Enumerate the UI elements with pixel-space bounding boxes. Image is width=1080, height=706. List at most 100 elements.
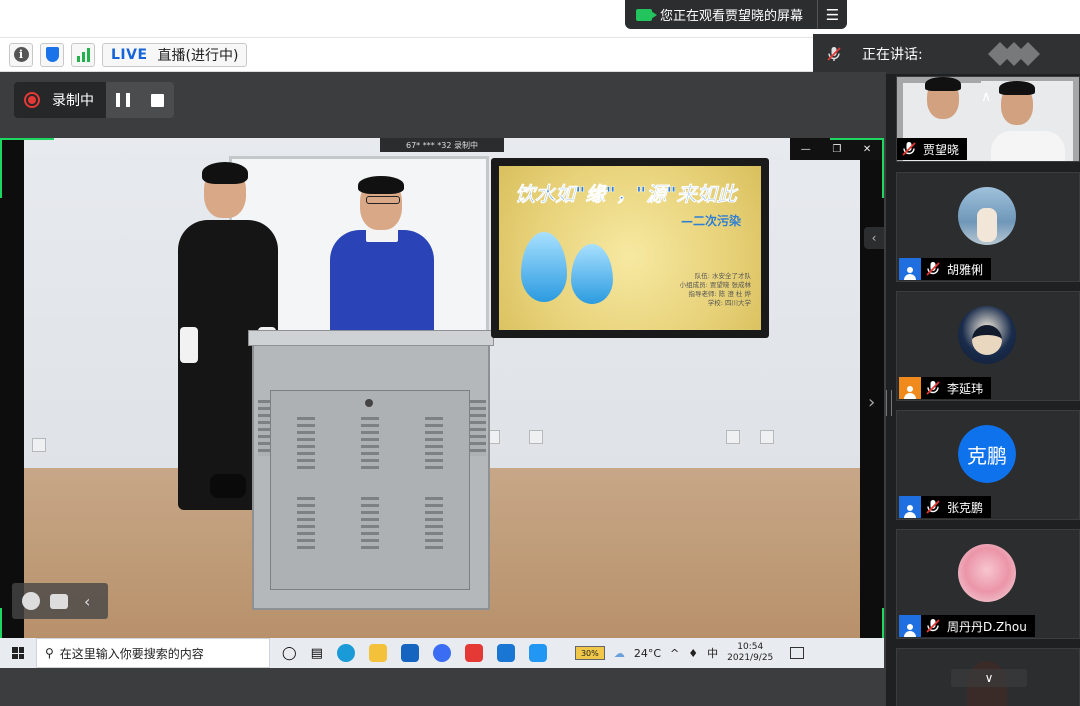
participant-tile[interactable]: 周丹丹D.Zhou [896,529,1080,639]
mic-muted-icon [827,47,841,61]
user-icon [899,496,921,518]
participants-panel: ∧ 贾望晓 胡雅俐 李延玮 克鹏 张克鹏 周丹丹D.Zhou ∨ [886,74,1080,706]
water-drop-mascot [571,244,613,304]
pause-recording-button[interactable] [116,93,131,107]
side-collapse-tab[interactable]: ‹ [864,227,884,249]
system-tray: 30% ☁ 24°C ^ ♦ 中 10:54 2021/9/25 [574,642,805,664]
share-banner-text: 您正在观看贾望晓的屏幕 [660,9,804,24]
clock-time: 10:54 [737,642,764,652]
avatar-face [972,325,1002,355]
minimize-icon[interactable]: — [801,144,811,155]
live-stream-indicator[interactable]: LIVE 直播(进行中) [102,42,248,67]
search-icon: ⚲ [45,646,54,660]
participant-name-pill: 周丹丹D.Zhou [921,615,1035,637]
lark-icon [432,644,451,662]
participant-hair [999,81,1035,95]
participant-shirt [991,131,1065,161]
meeting-window: 您正在观看贾望晓的屏幕 ☰ i LIVE 直播(进行中) 正在讲话: 录制中 饮… [0,0,1080,706]
share-frame-corner [830,138,884,198]
shared-video-content: 饮水如"缘"，"源"来如此 —二次污染 队伍: 水安全了才队 小组成员: 贾望晓… [24,138,860,638]
reactions-icon[interactable] [22,592,40,610]
participant-namebar: 周丹丹D.Zhou [897,614,1035,638]
panel-resize-handle[interactable] [886,390,892,416]
info-icon: i [13,47,29,62]
mail-icon [400,644,419,662]
edge-icon [336,644,355,662]
taskbar-search-placeholder: 在这里输入你要搜索的内容 [59,646,204,661]
recording-bar: 录制中 [14,82,174,118]
annotation-toolbar: ‹ [12,583,108,619]
participant-avatar [958,187,1016,245]
record-icon [24,92,40,108]
mic-muted-icon [926,381,940,395]
widgets-icon: ▤ [310,645,323,661]
tray-mic-icon: ♦ [688,646,699,660]
file-explorer-icon [368,644,387,662]
participant-avatar [958,306,1016,364]
clock-date: 2021/9/25 [727,653,774,663]
participant-tile[interactable]: 克鹏 张克鹏 [896,410,1080,520]
tray-up-icon: ^ [670,646,680,660]
scroll-down-button[interactable]: ∨ [951,669,1027,687]
encryption-button[interactable] [40,42,64,67]
task-view-icon: ◯ [282,645,297,661]
participant-name-pill: 张克鹏 [921,496,992,518]
taskbar-apps: ◯ ▤ [282,644,547,662]
notification-icon [790,647,805,659]
participant-namebar: 张克鹏 [897,495,992,519]
scene-podium [248,330,494,610]
weather-icon: ☁ [613,646,625,660]
signal-icon [76,47,90,62]
stop-recording-button[interactable] [150,93,164,107]
mic-muted-icon [926,262,940,276]
watermark-logo-icon [988,42,1040,66]
avatar-figure [977,208,997,242]
participant-namebar: 贾望晓 [897,137,968,161]
collapse-toolbar-icon[interactable]: ‹ [84,592,90,611]
participant-name: 李延玮 [947,381,984,396]
user-icon [899,615,921,637]
live-status: 直播(进行中) [157,47,239,64]
view-options-menu-icon[interactable]: ☰ [817,0,847,29]
screen-share-banner[interactable]: 您正在观看贾望晓的屏幕 ☰ [625,0,847,29]
active-speaker-bar: 正在讲话: [813,34,1080,74]
tv-slide-title: 饮水如"缘"，"源"来如此 [515,182,737,207]
scene-tv-screen: 饮水如"缘"，"源"来如此 —二次污染 队伍: 水安全了才队 小组成员: 贾望晓… [491,158,769,338]
expand-panel-arrow-icon[interactable]: › [868,392,875,413]
participant-namebar: 胡雅俐 [897,257,992,281]
participant-name-pill: 李延玮 [921,377,992,399]
participant-name: 贾望晓 [923,142,960,157]
recording-controls [106,82,174,118]
meeting-info-button[interactable]: i [9,42,33,67]
live-tag: LIVE [111,46,148,63]
app-icon [528,644,547,662]
participant-tile[interactable]: ∨ [896,648,1080,706]
participant-hair [925,77,961,91]
wall-outlet [726,430,740,444]
user-icon [899,258,921,280]
participant-tile[interactable]: 李延玮 [896,291,1080,401]
participant-avatar [958,544,1016,602]
share-frame-corner [0,138,54,198]
participant-tile[interactable]: 胡雅俐 [896,172,1080,282]
mic-muted-icon [902,142,916,156]
participant-avatar: 克鹏 [958,425,1016,483]
wall-outlet [32,438,46,452]
windows-icon [12,647,24,659]
recording-label: 录制中 [52,93,94,109]
remote-meeting-mini-bar: 67* *** *32 录制中 [380,138,504,152]
ime-indicator: 中 [707,647,719,660]
participant-tile[interactable]: ∧ 贾望晓 [896,76,1080,162]
chat-icon[interactable] [50,593,68,609]
shared-screen: 饮水如"缘"，"源"来如此 —二次污染 队伍: 水安全了才队 小组成员: 贾望晓… [0,138,884,668]
participant-name-pill: 贾望晓 [897,138,968,160]
tv-slide-subtitle: —二次污染 [680,214,741,228]
tv-slide-info: 队伍: 水安全了才队 小组成员: 贾望晓 张成林 指导老师: 陈 澄 杜 烨 学… [679,272,751,307]
connection-stats-button[interactable] [71,42,95,67]
shield-icon [45,47,59,62]
taskbar-search: ⚲ 在这里输入你要搜索的内容 [36,638,270,668]
start-button [0,647,36,659]
participant-namebar: 李延玮 [897,376,992,400]
participant-name: 张克鹏 [947,500,984,515]
chevron-up-icon[interactable]: ∧ [981,89,991,105]
